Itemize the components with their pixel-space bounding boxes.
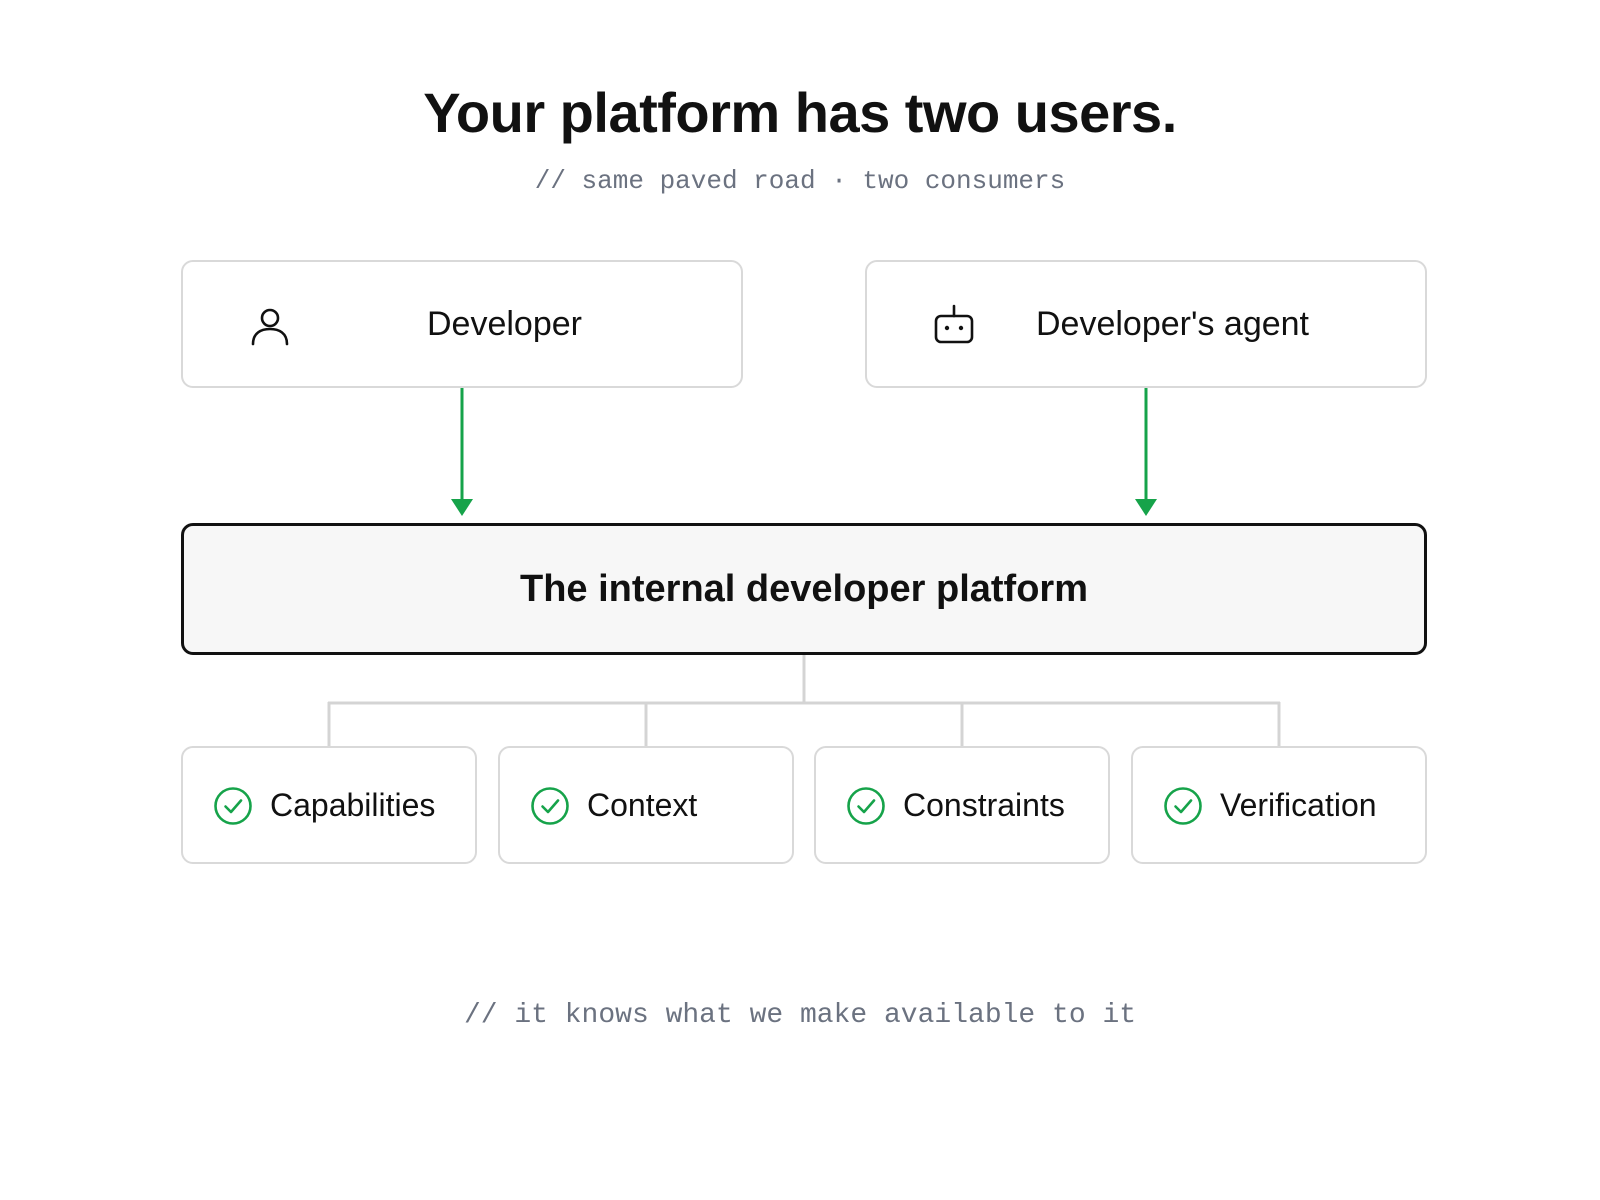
user-label-developer: Developer — [427, 305, 582, 343]
pillar-capabilities: Capabilities — [181, 746, 477, 864]
page-subtitle: // same paved road · two consumers — [534, 166, 1066, 196]
pillar-verification: Verification — [1131, 746, 1427, 864]
robot-icon — [934, 304, 974, 344]
pillar-constraints: Constraints — [814, 746, 1110, 864]
pillar-label: Verification — [1220, 787, 1377, 823]
pillar-label: Context — [587, 787, 698, 823]
platform-box: The internal developer platform — [181, 523, 1427, 655]
check-circle-icon — [531, 787, 569, 825]
footer-note: // it knows what we make available to it — [463, 1000, 1137, 1031]
user-card-agent: Developer's agent — [865, 260, 1427, 388]
arrow-developer-head — [451, 499, 473, 516]
pillar-label: Capabilities — [270, 787, 436, 823]
user-label-agent: Developer's agent — [1036, 305, 1309, 343]
pillar-label: Constraints — [903, 787, 1065, 823]
person-icon — [251, 308, 289, 346]
check-circle-icon — [1164, 787, 1202, 825]
arrow-agent-head — [1135, 499, 1157, 516]
user-card-developer: Developer — [181, 260, 743, 388]
check-circle-icon — [847, 787, 885, 825]
pillar-context: Context — [498, 746, 794, 864]
page-title: Your platform has two users. — [423, 81, 1177, 144]
check-circle-icon — [214, 787, 252, 825]
